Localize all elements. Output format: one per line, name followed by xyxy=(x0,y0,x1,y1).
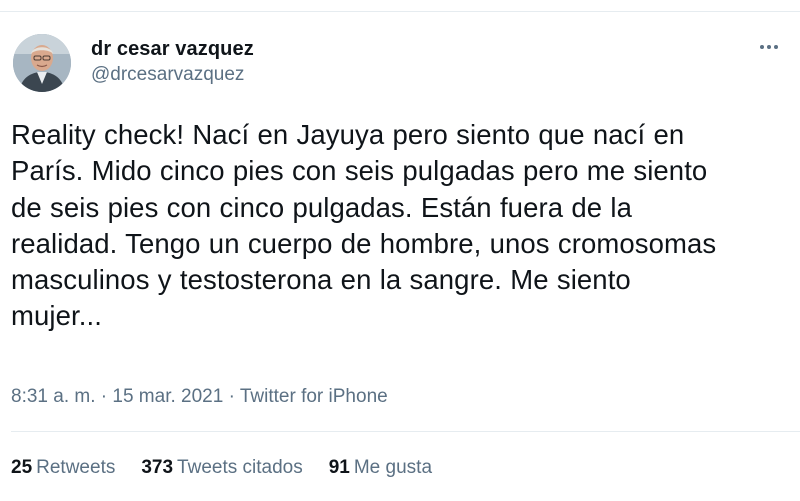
top-divider xyxy=(0,11,800,12)
tweet-date[interactable]: 15 mar. 2021 xyxy=(112,386,223,407)
tweet-text-line: realidad. Tengo un cuerpo de hombre, uno… xyxy=(11,227,717,259)
meta-separator: · xyxy=(223,386,240,407)
avatar-photo xyxy=(13,34,71,92)
retweets-stat[interactable]: 25 Retweets xyxy=(11,456,115,480)
tweet-time[interactable]: 8:31 a. m. xyxy=(11,386,96,407)
divider xyxy=(11,431,800,432)
more-horizontal-icon[interactable] xyxy=(752,36,786,58)
display-name[interactable]: dr cesar vazquez xyxy=(91,37,254,61)
author-block[interactable]: dr cesar vazquez @drcesarvazquez xyxy=(91,37,254,87)
tweet-source[interactable]: Twitter for iPhone xyxy=(240,386,388,407)
tweet-text-line: de seis pies con cinco pulgadas. Están f… xyxy=(11,191,632,223)
tweet-stats: 25 Retweets 373 Tweets citados 91 Me gusta xyxy=(11,456,432,480)
tweet-text-line: París. Mido cinco pies con seis pulgadas… xyxy=(11,155,708,187)
tweet-text: Reality check! Nací en Jayuya pero sient… xyxy=(11,117,791,335)
tweet-meta: 8:31 a. m. · 15 mar. 2021 · Twitter for … xyxy=(11,385,388,409)
likes-stat[interactable]: 91 Me gusta xyxy=(329,456,432,480)
meta-separator: · xyxy=(95,386,113,407)
tweet-text-line: mujer... xyxy=(11,300,102,332)
avatar[interactable] xyxy=(13,34,71,92)
quote-tweets-stat[interactable]: 373 Tweets citados xyxy=(141,456,302,480)
tweet-text-line: masculinos y testosterona en la sangre. … xyxy=(11,264,631,296)
handle[interactable]: @drcesarvazquez xyxy=(91,63,254,87)
tweet-card: dr cesar vazquez @drcesarvazquez Reality… xyxy=(0,0,800,501)
tweet-text-line: Reality check! Nací en Jayuya pero sient… xyxy=(11,119,685,150)
